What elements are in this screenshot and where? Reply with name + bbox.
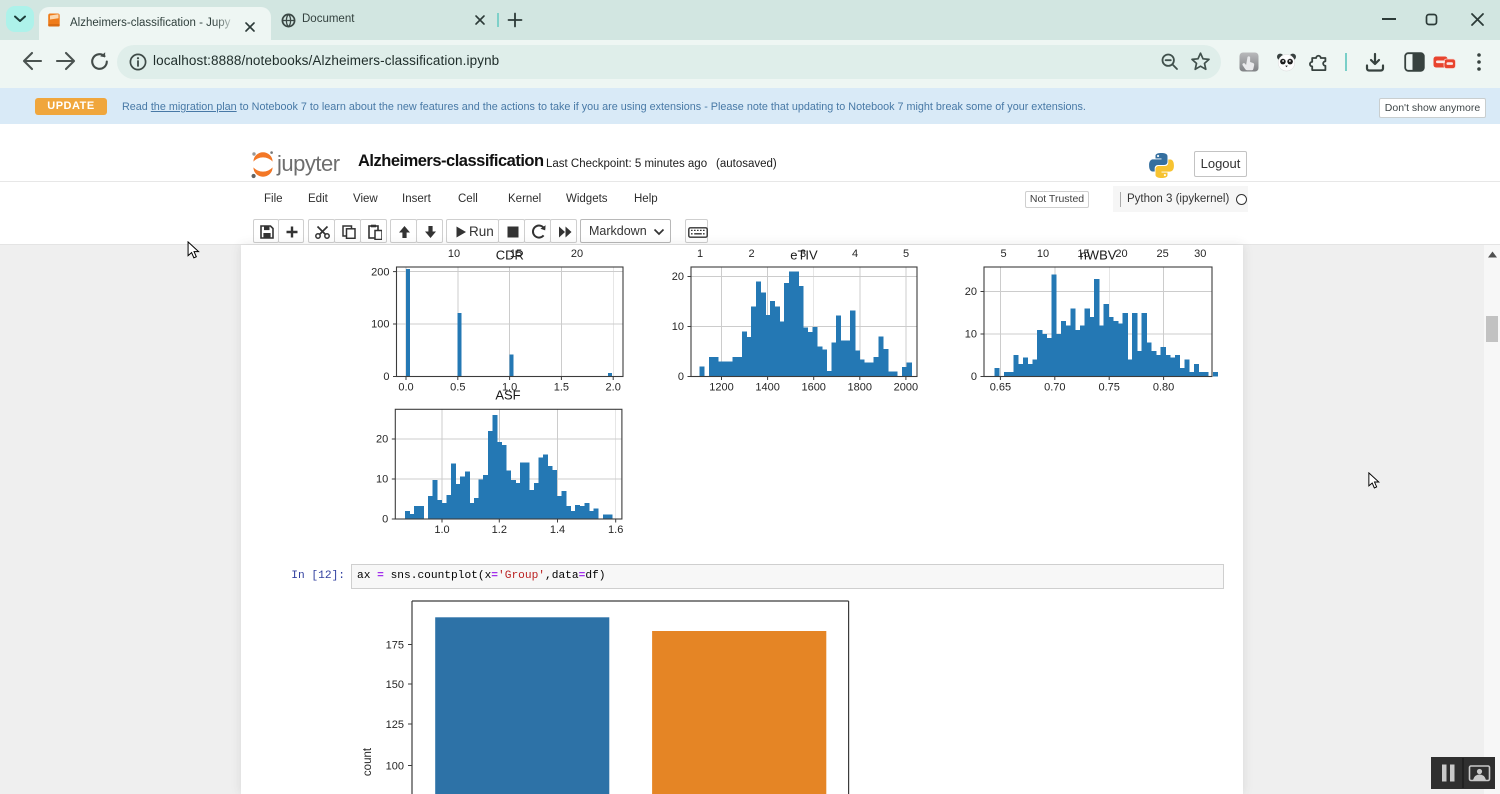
svg-text:1.5: 1.5 — [554, 382, 569, 394]
svg-text:30: 30 — [1194, 248, 1206, 260]
svg-text:175: 175 — [386, 639, 404, 651]
svg-text:10: 10 — [965, 329, 977, 341]
svg-text:count: count — [362, 747, 374, 776]
svg-text:1.4: 1.4 — [550, 524, 565, 536]
svg-text:0.75: 0.75 — [1098, 382, 1119, 394]
svg-text:10: 10 — [1037, 248, 1049, 260]
svg-text:1.0: 1.0 — [434, 524, 449, 536]
svg-text:CDR: CDR — [496, 248, 524, 263]
svg-text:20: 20 — [965, 286, 977, 298]
svg-text:1600: 1600 — [801, 382, 825, 394]
svg-text:2.0: 2.0 — [606, 382, 621, 394]
svg-text:20: 20 — [571, 248, 583, 260]
svg-text:0: 0 — [382, 514, 388, 526]
svg-text:10: 10 — [376, 474, 388, 486]
svg-text:1.2: 1.2 — [492, 524, 507, 536]
svg-text:1.0: 1.0 — [502, 382, 517, 394]
svg-text:0: 0 — [383, 371, 389, 383]
svg-text:0.80: 0.80 — [1153, 382, 1174, 394]
svg-text:20: 20 — [376, 434, 388, 446]
svg-text:1400: 1400 — [755, 382, 779, 394]
svg-text:0.65: 0.65 — [990, 382, 1011, 394]
svg-text:200: 200 — [371, 266, 389, 278]
svg-text:150: 150 — [386, 679, 404, 691]
svg-text:1800: 1800 — [848, 382, 872, 394]
svg-text:25: 25 — [1156, 248, 1168, 260]
svg-text:5: 5 — [903, 248, 909, 260]
svg-text:0: 0 — [971, 371, 977, 383]
svg-text:2: 2 — [748, 248, 754, 260]
svg-text:1200: 1200 — [709, 382, 733, 394]
svg-text:125: 125 — [386, 719, 404, 731]
svg-text:10: 10 — [672, 321, 684, 333]
svg-text:20: 20 — [672, 271, 684, 283]
svg-text:1: 1 — [697, 248, 703, 260]
svg-text:100: 100 — [386, 760, 404, 772]
svg-text:4: 4 — [852, 248, 858, 260]
svg-text:100: 100 — [371, 319, 389, 331]
svg-text:0: 0 — [678, 371, 684, 383]
svg-text:nWBV: nWBV — [1080, 248, 1117, 263]
svg-text:5: 5 — [1001, 248, 1007, 260]
svg-text:0.70: 0.70 — [1044, 382, 1065, 394]
svg-text:10: 10 — [448, 248, 460, 260]
svg-text:20: 20 — [1115, 248, 1127, 260]
svg-text:1.6: 1.6 — [608, 524, 623, 536]
svg-text:2000: 2000 — [894, 382, 918, 394]
svg-text:0.0: 0.0 — [398, 382, 413, 394]
svg-text:0.5: 0.5 — [450, 382, 465, 394]
svg-text:eTIV: eTIV — [790, 248, 818, 263]
